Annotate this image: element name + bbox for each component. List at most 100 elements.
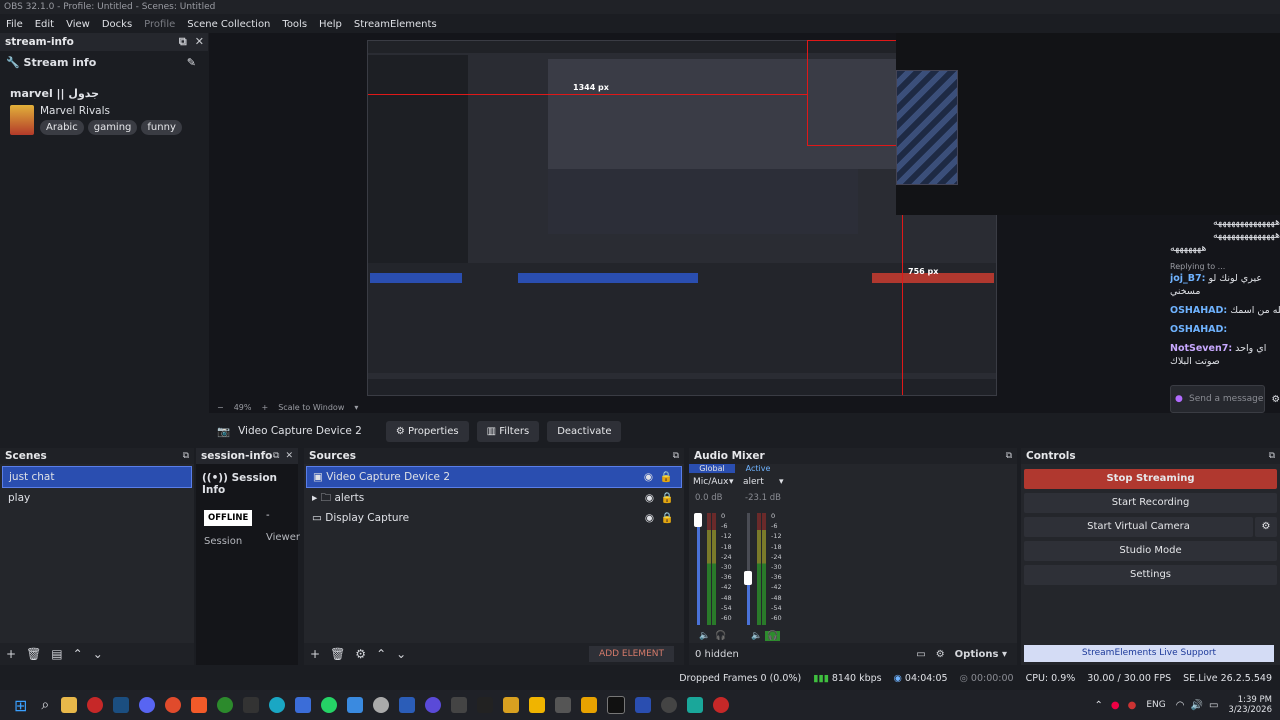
app-icon[interactable] [451,697,468,713]
edit-icon[interactable]: ✎ [187,51,196,75]
filters-button[interactable]: ▥ Filters [476,420,540,442]
undock-icon[interactable]: ⧉ [273,448,279,464]
chat-user[interactable]: joj_B7: [1170,273,1205,284]
zoom-out-button[interactable]: − [217,403,224,412]
scene-filters-icon[interactable]: ▤ [51,647,62,661]
lock-icon[interactable]: 🔒 [661,488,674,508]
undock-icon[interactable]: ⧉ [673,448,679,464]
discord-icon[interactable] [139,697,156,713]
virtual-camera-settings-gear-icon[interactable]: ⚙ [1255,517,1277,537]
undock-icon[interactable]: ⧉ [179,33,187,51]
close-icon[interactable]: ✕ [195,33,204,51]
menu-edit[interactable]: Edit [29,19,60,30]
speaker-icon[interactable]: 🔈 [751,631,762,641]
properties-button[interactable]: ⚙ Properties [385,420,469,442]
obs-icon[interactable] [87,697,104,713]
chevron-down-icon[interactable]: ▾ [729,477,734,487]
settings-button[interactable]: Settings [1024,565,1277,585]
word-icon[interactable] [399,697,416,713]
menu-scene-collection[interactable]: Scene Collection [181,19,276,30]
menu-view[interactable]: View [60,19,96,30]
app-icon[interactable] [503,697,520,713]
source-item[interactable]: ▸ 🗀 alerts ◉ 🔒 [306,488,682,508]
chat-user[interactable]: OSHAHAD: [1170,305,1227,316]
app-icon[interactable] [661,697,678,713]
visibility-eye-icon[interactable]: ◉ [645,488,654,508]
app-icon[interactable] [635,697,652,713]
scale-mode-select[interactable]: Scale to Window [278,403,344,412]
channel-name[interactable]: Mic/Aux [693,477,728,487]
file-explorer-icon[interactable] [61,697,78,713]
visibility-eye-icon[interactable]: ◉ [644,467,653,487]
source-item[interactable]: ▭ Display Capture ◉ 🔒 [306,508,682,528]
volume-slider-track[interactable] [697,513,700,625]
move-up-icon[interactable]: ⌃ [73,647,83,661]
add-icon[interactable]: + [310,647,320,661]
close-icon[interactable]: ✕ [285,448,293,464]
move-down-icon[interactable]: ⌄ [93,647,103,661]
app-icon[interactable] [581,697,598,713]
chevron-down-icon[interactable]: ▾ [779,477,784,487]
brave-icon[interactable] [191,697,208,713]
obs-icon[interactable] [713,697,730,713]
gear-icon[interactable]: ⚙ [355,647,366,661]
undock-icon[interactable]: ⧉ [1269,448,1275,464]
menu-docks[interactable]: Docks [96,19,138,30]
epic-games-icon[interactable] [243,697,260,713]
settings-gear-icon[interactable]: ⚙ [1271,394,1280,405]
undock-icon[interactable]: ⧉ [1006,448,1012,464]
studio-mode-button[interactable]: Studio Mode [1024,541,1277,561]
tray-app-icon[interactable]: ● [1128,700,1137,711]
deactivate-button[interactable]: Deactivate [547,420,622,442]
channel-name[interactable]: alert [743,477,764,487]
chat-user[interactable]: OSHAHAD: [1170,324,1227,335]
app-icon[interactable] [687,697,704,713]
lock-icon[interactable]: 🔒 [660,467,673,487]
bluestacks-icon[interactable] [347,697,364,713]
store-icon[interactable] [295,697,312,713]
volume-slider-handle[interactable] [694,513,702,527]
steam-icon[interactable] [113,697,130,713]
headphones-icon[interactable]: 🎧 [715,631,726,641]
move-down-icon[interactable]: ⌄ [396,647,406,661]
app-icon[interactable] [555,697,572,713]
zoom-in-button[interactable]: + [261,403,268,412]
battery-icon[interactable]: ▭ [1209,700,1218,711]
expand-arrow-icon[interactable]: ▸ [312,492,321,504]
menu-help[interactable]: Help [313,19,348,30]
advanced-settings-icon[interactable]: ⚙ [936,649,945,660]
menu-streamelements[interactable]: StreamElements [348,19,443,30]
start-recording-button[interactable]: Start Recording [1024,493,1277,513]
tab-global[interactable]: Global [689,464,735,473]
tray-chevron-icon[interactable]: ⌃ [1095,700,1103,711]
source-selection-box[interactable] [807,40,907,146]
whatsapp-icon[interactable] [321,697,338,713]
visibility-eye-icon[interactable]: ◉ [645,508,654,528]
clock[interactable]: 1:39 PM 3/23/2026 [1228,695,1272,715]
source-item[interactable]: ▣ Video Capture Device 2 ◉ 🔒 [306,466,682,488]
chat-input[interactable]: ● Send a message [1170,385,1266,413]
edge-icon[interactable] [269,697,286,713]
stop-streaming-button[interactable]: Stop Streaming [1024,469,1277,489]
volume-icon[interactable]: 🔊 [1191,700,1203,711]
menu-profile[interactable]: Profile [138,19,181,30]
search-icon[interactable]: ⌕ [41,697,49,713]
move-up-icon[interactable]: ⌃ [376,647,386,661]
chevron-down-icon[interactable]: ▾ [354,403,358,412]
lang-indicator[interactable]: ENG [1146,700,1165,710]
capcut-icon[interactable] [607,696,626,714]
add-icon[interactable]: + [6,647,16,661]
menu-tools[interactable]: Tools [276,19,313,30]
add-element-button[interactable]: ADD ELEMENT [589,646,674,662]
scene-item[interactable]: play [2,488,192,508]
live-support-button[interactable]: StreamElements Live Support [1024,645,1274,662]
undock-icon[interactable]: ⧉ [183,448,189,464]
scene-item[interactable]: just chat [2,466,192,488]
windows-start-icon[interactable]: ⊞ [14,696,27,715]
app-icon[interactable] [477,697,494,713]
tab-active[interactable]: Active [735,464,781,473]
chat-user[interactable]: NotSeven7: [1170,343,1232,354]
options-button[interactable]: Options ▾ [955,649,1007,660]
trash-icon[interactable]: 🗑 [26,647,41,661]
speaker-icon[interactable]: 🔈 [699,631,710,641]
